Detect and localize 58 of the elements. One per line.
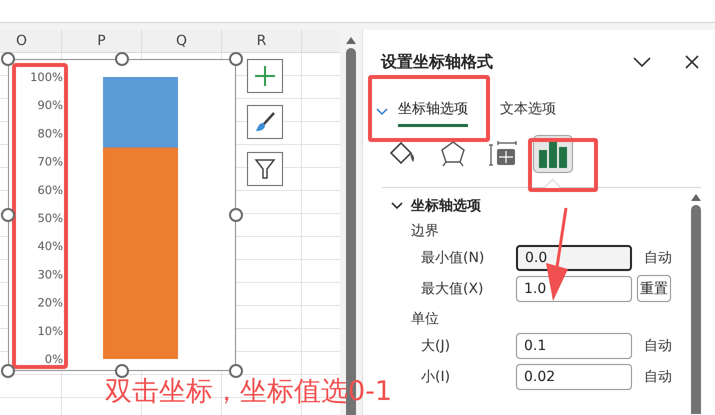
column-header[interactable]: Q — [142, 30, 222, 52]
axis-label: 0% — [44, 352, 63, 366]
axis-label: 80% — [37, 126, 63, 140]
plus-icon — [254, 65, 276, 87]
pane-tab[interactable]: 文本选项 — [500, 96, 556, 127]
group-heading: 边界 — [410, 222, 440, 241]
resize-handle[interactable] — [115, 364, 129, 378]
field-label: 最大值(X) — [421, 280, 485, 298]
input-field[interactable]: 0.1 — [516, 332, 632, 358]
chart-style-button[interactable] — [247, 105, 283, 139]
pane-title: 设置坐标轴格式 — [381, 52, 494, 72]
axis-label: 30% — [37, 267, 63, 282]
resize-handle[interactable] — [1, 52, 15, 66]
add-element-button[interactable] — [247, 59, 283, 93]
axis-label: 50% — [37, 211, 63, 225]
column-header[interactable]: P — [62, 30, 142, 52]
pane-scrollbar[interactable] — [690, 194, 702, 414]
column-header[interactable]: O — [0, 30, 62, 52]
input-field[interactable]: 0.0 — [516, 244, 632, 270]
axis-label: 20% — [37, 296, 63, 310]
axis-label: 40% — [37, 239, 63, 254]
highlight-box — [528, 138, 598, 192]
resize-handle[interactable] — [229, 208, 243, 222]
brush-icon — [254, 111, 276, 133]
field-label: 大(J) — [421, 336, 452, 354]
input-field[interactable]: 0.02 — [516, 364, 632, 390]
pentagon-icon — [440, 140, 466, 168]
resize-handle[interactable] — [1, 364, 15, 378]
resize-handle[interactable] — [1, 208, 15, 222]
axis-label: 60% — [37, 182, 63, 197]
resize-handle[interactable] — [229, 364, 243, 378]
column-header[interactable]: R — [222, 30, 302, 52]
auto-label: 自动 — [644, 336, 672, 354]
section-title[interactable]: 坐标轴选项 — [411, 197, 481, 215]
chart-area[interactable]: 0% 10% 20% 30% 40% 50% 60% 70% 80% 90% 100% — [8, 59, 236, 371]
chevron-down-icon — [376, 108, 388, 116]
close-icon[interactable] — [685, 55, 699, 69]
scroll-up-icon — [346, 37, 356, 44]
resize-handle[interactable] — [229, 52, 243, 66]
auto-label: 自动 — [644, 248, 672, 266]
bar-chart-icon — [537, 139, 569, 169]
group-heading: 单位 — [410, 310, 440, 329]
auto-label: 自动 — [644, 368, 672, 386]
resize-icon — [488, 140, 518, 168]
axis-label: 10% — [37, 324, 63, 338]
chevron-down-icon[interactable] — [633, 56, 651, 68]
chart-filter-button[interactable] — [247, 152, 283, 186]
axis-label: 70% — [37, 154, 63, 169]
reset-button[interactable]: 重置 — [637, 275, 671, 302]
pane-tab[interactable]: 坐标轴选项 — [398, 96, 468, 127]
scroll-up-icon — [691, 194, 701, 201]
field-label: 小(I) — [421, 368, 452, 386]
field-label: 最小值(N) — [421, 248, 486, 266]
funnel-icon — [254, 158, 276, 180]
axis-label: 90% — [37, 98, 63, 112]
input-field[interactable]: 1.0 — [516, 276, 632, 302]
axis-label: 100% — [30, 70, 63, 84]
chevron-down-icon[interactable] — [391, 202, 403, 210]
